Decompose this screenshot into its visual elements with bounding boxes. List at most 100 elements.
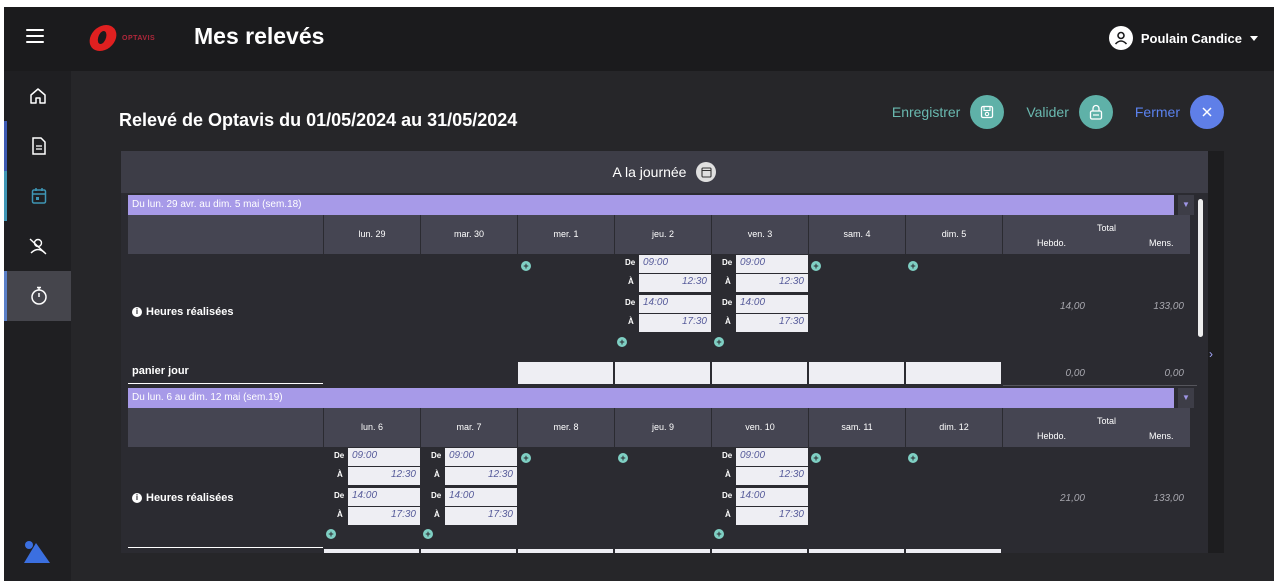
end-time-input[interactable]: 17:30 <box>736 507 808 525</box>
close-button[interactable]: Fermer <box>1135 95 1224 129</box>
add-slot-button[interactable]: + <box>908 453 918 463</box>
panier-input[interactable] <box>615 362 710 384</box>
end-time-input[interactable]: 12:30 <box>736 467 808 485</box>
start-time-input[interactable]: 14:00 <box>639 295 711 313</box>
time-slot: De À 14:00 17:30 <box>615 295 711 333</box>
day-header: mar. 7 <box>421 408 517 447</box>
releve-title: Relevé de Optavis du 01/05/2024 au 31/05… <box>119 110 518 130</box>
de-label: De <box>431 451 442 460</box>
start-time-input[interactable]: 14:00 <box>736 295 808 313</box>
add-slot-button[interactable]: + <box>618 453 628 463</box>
logo-mark-icon <box>86 25 120 51</box>
start-time-input[interactable]: 09:00 <box>736 255 808 273</box>
calendar-icon <box>31 188 47 204</box>
label-column-header <box>128 215 323 254</box>
end-time-input[interactable]: 12:30 <box>736 274 808 292</box>
panier-input[interactable] <box>421 549 516 553</box>
day-header: mer. 1 <box>518 215 614 254</box>
add-slot-button[interactable]: + <box>326 529 336 539</box>
stopwatch-icon <box>31 286 47 305</box>
app-window: OPTAVIS Mes relevés Poulain Candice Rele… <box>4 7 1274 581</box>
label-column-header <box>128 408 323 447</box>
validate-button[interactable]: Valider <box>1026 95 1113 129</box>
sidebar-item-releves[interactable] <box>4 271 71 321</box>
panier-input[interactable] <box>324 549 419 553</box>
panier-input[interactable] <box>906 362 1001 384</box>
menu-icon[interactable] <box>26 29 44 43</box>
time-slot: De À 09:00 12:30 <box>712 448 808 486</box>
end-time-input[interactable]: 12:30 <box>348 467 420 485</box>
hebdo-value: 21,00 <box>1059 493 1085 504</box>
add-slot-button[interactable]: + <box>714 337 724 347</box>
add-slot-button[interactable]: + <box>811 261 821 271</box>
panier-input[interactable] <box>906 549 1001 553</box>
start-time-input[interactable]: 14:00 <box>348 488 420 506</box>
end-time-input[interactable]: 17:30 <box>445 507 517 525</box>
add-slot-button[interactable]: + <box>908 261 918 271</box>
a-label: À <box>434 510 440 519</box>
a-label: À <box>725 510 731 519</box>
calendar-toggle-icon[interactable] <box>696 162 717 182</box>
end-time-input[interactable]: 17:30 <box>348 507 420 525</box>
chevron-down-icon[interactable]: ▼ <box>1178 388 1194 408</box>
de-label: De <box>722 451 733 460</box>
lock-icon <box>1078 95 1113 129</box>
panier-mens-value: 0,00 <box>1164 368 1184 379</box>
time-slot: De À 14:00 17:30 <box>712 488 808 526</box>
panier-input[interactable] <box>518 549 613 553</box>
start-time-input[interactable]: 09:00 <box>445 448 517 466</box>
row-label-heures: i Heures réalisées <box>132 492 233 504</box>
start-time-input[interactable]: 09:00 <box>639 255 711 273</box>
time-slot: De À 14:00 17:30 <box>324 488 420 526</box>
start-time-input[interactable]: 09:00 <box>736 448 808 466</box>
de-label: De <box>431 491 442 500</box>
sidebar-item-absences[interactable] <box>4 221 71 271</box>
sidebar-item-documents[interactable] <box>4 121 71 171</box>
start-time-input[interactable]: 14:00 <box>736 488 808 506</box>
close-icon <box>1190 95 1224 129</box>
panier-input[interactable] <box>712 549 807 553</box>
info-icon: i <box>132 307 142 317</box>
user-menu[interactable]: Poulain Candice <box>1108 26 1258 50</box>
page-title: Mes relevés <box>194 23 325 49</box>
save-button[interactable]: Enregistrer <box>892 95 1005 129</box>
validate-label: Valider <box>1026 104 1069 120</box>
day-header: ven. 10 <box>712 408 808 447</box>
divider <box>128 547 323 548</box>
end-time-input[interactable]: 17:30 <box>639 314 711 332</box>
add-slot-button[interactable]: + <box>617 337 627 347</box>
de-label: De <box>722 298 733 307</box>
a-label: À <box>725 317 731 326</box>
start-time-input[interactable]: 09:00 <box>348 448 420 466</box>
close-label: Fermer <box>1134 104 1180 120</box>
hebdo-label: Hebdo. <box>1037 431 1067 441</box>
add-slot-button[interactable]: + <box>714 529 724 539</box>
panier-input[interactable] <box>518 362 613 384</box>
panier-input[interactable] <box>809 362 904 384</box>
mode-label: A la journée <box>612 164 687 180</box>
day-header: sam. 4 <box>809 215 905 254</box>
end-time-input[interactable]: 17:30 <box>736 314 808 332</box>
sidebar-item-home[interactable] <box>4 71 71 121</box>
panier-input[interactable] <box>712 362 807 384</box>
chevron-down-icon <box>1250 35 1258 41</box>
scrollbar[interactable] <box>1198 199 1203 337</box>
de-label: De <box>722 491 733 500</box>
time-slot: De À 14:00 17:30 <box>421 488 517 526</box>
chevron-right-icon[interactable]: › <box>1209 347 1213 361</box>
end-time-input[interactable]: 12:30 <box>445 467 517 485</box>
add-slot-button[interactable]: + <box>423 529 433 539</box>
add-slot-button[interactable]: + <box>521 261 531 271</box>
add-slot-button[interactable]: + <box>521 453 531 463</box>
panier-input[interactable] <box>809 549 904 553</box>
sidebar-item-calendar[interactable] <box>4 171 71 221</box>
panier-input[interactable] <box>615 549 710 553</box>
mens-value: 133,00 <box>1153 301 1184 312</box>
start-time-input[interactable]: 14:00 <box>445 488 517 506</box>
a-label: À <box>628 277 634 286</box>
end-time-input[interactable]: 12:30 <box>639 274 711 292</box>
chevron-down-icon[interactable]: ▼ <box>1178 195 1194 215</box>
divider <box>1003 385 1197 386</box>
day-header: dim. 5 <box>906 215 1002 254</box>
add-slot-button[interactable]: + <box>811 453 821 463</box>
